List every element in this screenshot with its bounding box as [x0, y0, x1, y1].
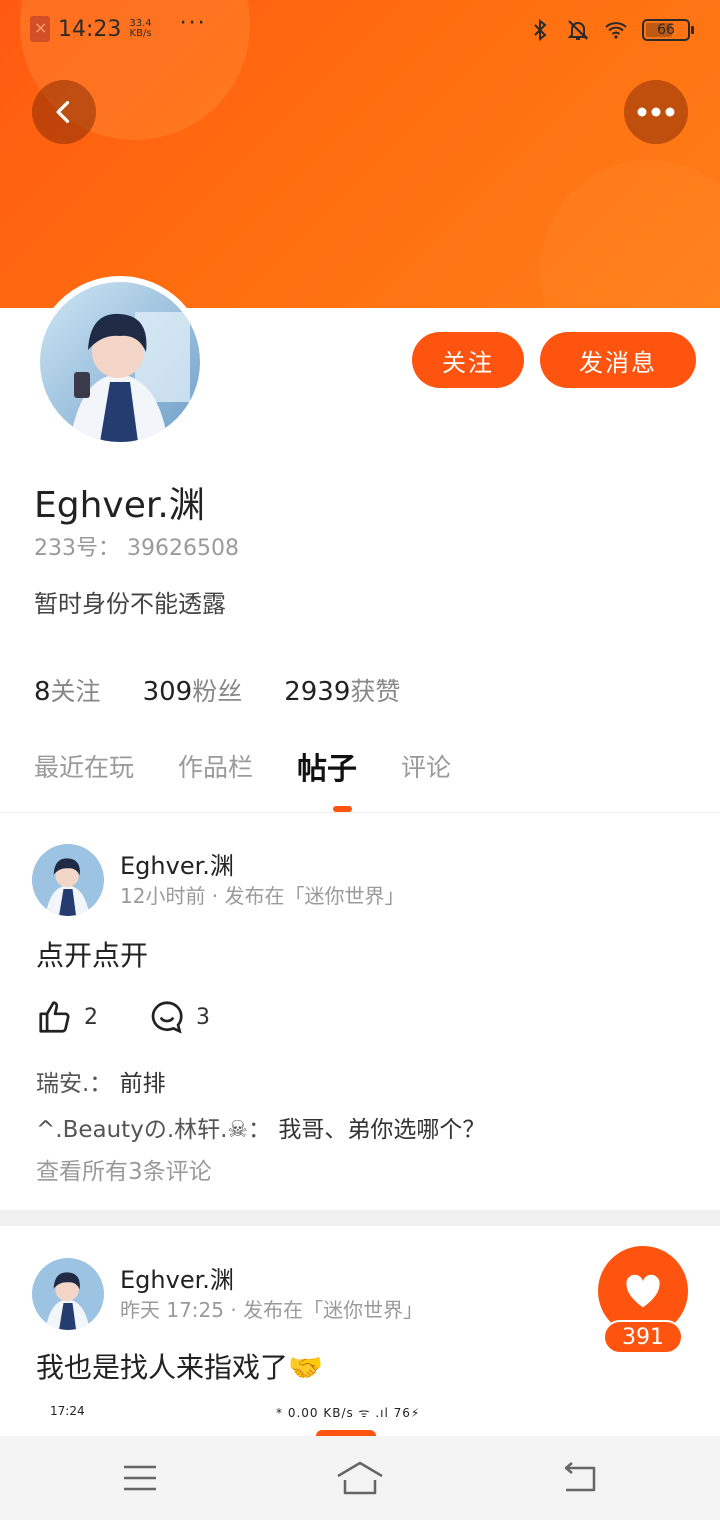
- comment-author: ^.Beautyの.林轩.☠：: [36, 1117, 272, 1143]
- heart-icon: [626, 1274, 660, 1308]
- status-bar: 14:23 33.4 KB/s ··· 66: [0, 0, 720, 64]
- post-like-count: 2: [84, 1004, 98, 1030]
- post-content[interactable]: 点开点开: [36, 934, 148, 974]
- anime-avatar-image: [32, 1258, 104, 1330]
- embedded-time: 17:24: [50, 1404, 85, 1418]
- profile-name: Eghver.渊: [34, 485, 205, 526]
- mute-bell-icon: [567, 20, 589, 40]
- back-nav-button[interactable]: [550, 1450, 610, 1506]
- view-all-comments-link[interactable]: 查看所有3条评论: [36, 1152, 212, 1186]
- comment-author: 瑞安.：: [36, 1071, 113, 1097]
- comment-text: 前排: [119, 1071, 166, 1097]
- chevron-left-icon: [56, 101, 70, 123]
- menu-button[interactable]: [110, 1450, 170, 1506]
- tab-works[interactable]: 作品栏: [178, 748, 253, 792]
- send-message-button[interactable]: 发消息: [540, 332, 696, 388]
- no-sim-icon: [30, 16, 50, 42]
- tabs-divider: [0, 812, 720, 813]
- comment-preview[interactable]: ^.Beautyの.林轩.☠： 我哥、弟你选哪个？: [36, 1110, 485, 1144]
- system-nav-bar: [0, 1436, 720, 1520]
- tab-posts[interactable]: 帖子: [297, 744, 357, 788]
- status-time: 14:23: [58, 16, 122, 42]
- embedded-status-right: * 0.00 KB/s ᯤ .ıl 76⚡: [276, 1406, 421, 1420]
- anime-avatar-image: [40, 282, 200, 442]
- back-arrow-icon: [564, 1462, 596, 1492]
- battery-icon: 66: [642, 19, 694, 41]
- floating-like-count: 391: [603, 1320, 683, 1354]
- anime-avatar-image: [32, 844, 104, 916]
- back-button[interactable]: [32, 80, 96, 144]
- bluetooth-icon: [534, 18, 547, 42]
- comment-text: 我哥、弟你选哪个？: [278, 1117, 486, 1143]
- more-dots-icon: [637, 107, 675, 117]
- stat-following-count: 8: [34, 677, 51, 707]
- stat-fans-count: 309: [142, 677, 193, 707]
- post-like-button[interactable]: 2: [36, 998, 98, 1036]
- wifi-icon: [605, 22, 627, 39]
- post-meta: 昨天 17:25 · 发布在「迷你世界」: [120, 1298, 424, 1322]
- stat-likes-count: 2939: [284, 677, 351, 707]
- profile-tabs: 最近在玩 作品栏 帖子 评论: [34, 748, 451, 792]
- tab-recently-played[interactable]: 最近在玩: [34, 748, 134, 792]
- network-speed: 33.4 KB/s: [129, 19, 151, 39]
- menu-icon: [124, 1465, 156, 1491]
- network-speed-unit: KB/s: [129, 28, 152, 39]
- stat-following[interactable]: 8关注: [34, 672, 101, 708]
- more-options-button[interactable]: [624, 80, 688, 144]
- comment-preview[interactable]: 瑞安.： 前排: [36, 1064, 166, 1098]
- post-content[interactable]: 我也是找人来指戏了🤝: [36, 1346, 323, 1386]
- stat-likes: 2939获赞: [284, 672, 400, 708]
- post-comment-button[interactable]: 3: [148, 998, 210, 1036]
- avatar: [40, 282, 200, 442]
- post-author-avatar[interactable]: [32, 1258, 104, 1330]
- post-author-name[interactable]: Eghver.渊: [120, 1260, 234, 1295]
- home-button[interactable]: [330, 1450, 390, 1506]
- tab-comments[interactable]: 评论: [401, 748, 451, 792]
- status-more-indicator: ···: [179, 10, 207, 36]
- comment-bubble-icon: [151, 1001, 183, 1034]
- stat-likes-label: 获赞: [350, 677, 401, 706]
- post-comment-count: 3: [196, 1004, 210, 1030]
- thumbs-up-icon: [39, 1001, 70, 1033]
- stat-following-label: 关注: [50, 677, 101, 706]
- follow-button[interactable]: 关注: [412, 332, 524, 388]
- post-author-avatar[interactable]: [32, 844, 104, 916]
- profile-bio: 暂时身份不能透露: [34, 590, 226, 618]
- banner-decoration: [540, 160, 720, 308]
- profile-avatar[interactable]: [34, 276, 206, 448]
- stat-fans[interactable]: 309粉丝: [143, 672, 243, 708]
- profile-stats: 8关注 309粉丝 2939获赞: [34, 672, 400, 708]
- home-icon: [337, 1461, 383, 1495]
- post-meta: 12小时前 · 发布在「迷你世界」: [120, 884, 405, 908]
- post-divider: [0, 1210, 720, 1226]
- stat-fans-label: 粉丝: [192, 677, 243, 706]
- post-author-name[interactable]: Eghver.渊: [120, 846, 234, 881]
- profile-uid: 233号： 39626508: [34, 536, 239, 561]
- battery-level: 66: [657, 22, 675, 38]
